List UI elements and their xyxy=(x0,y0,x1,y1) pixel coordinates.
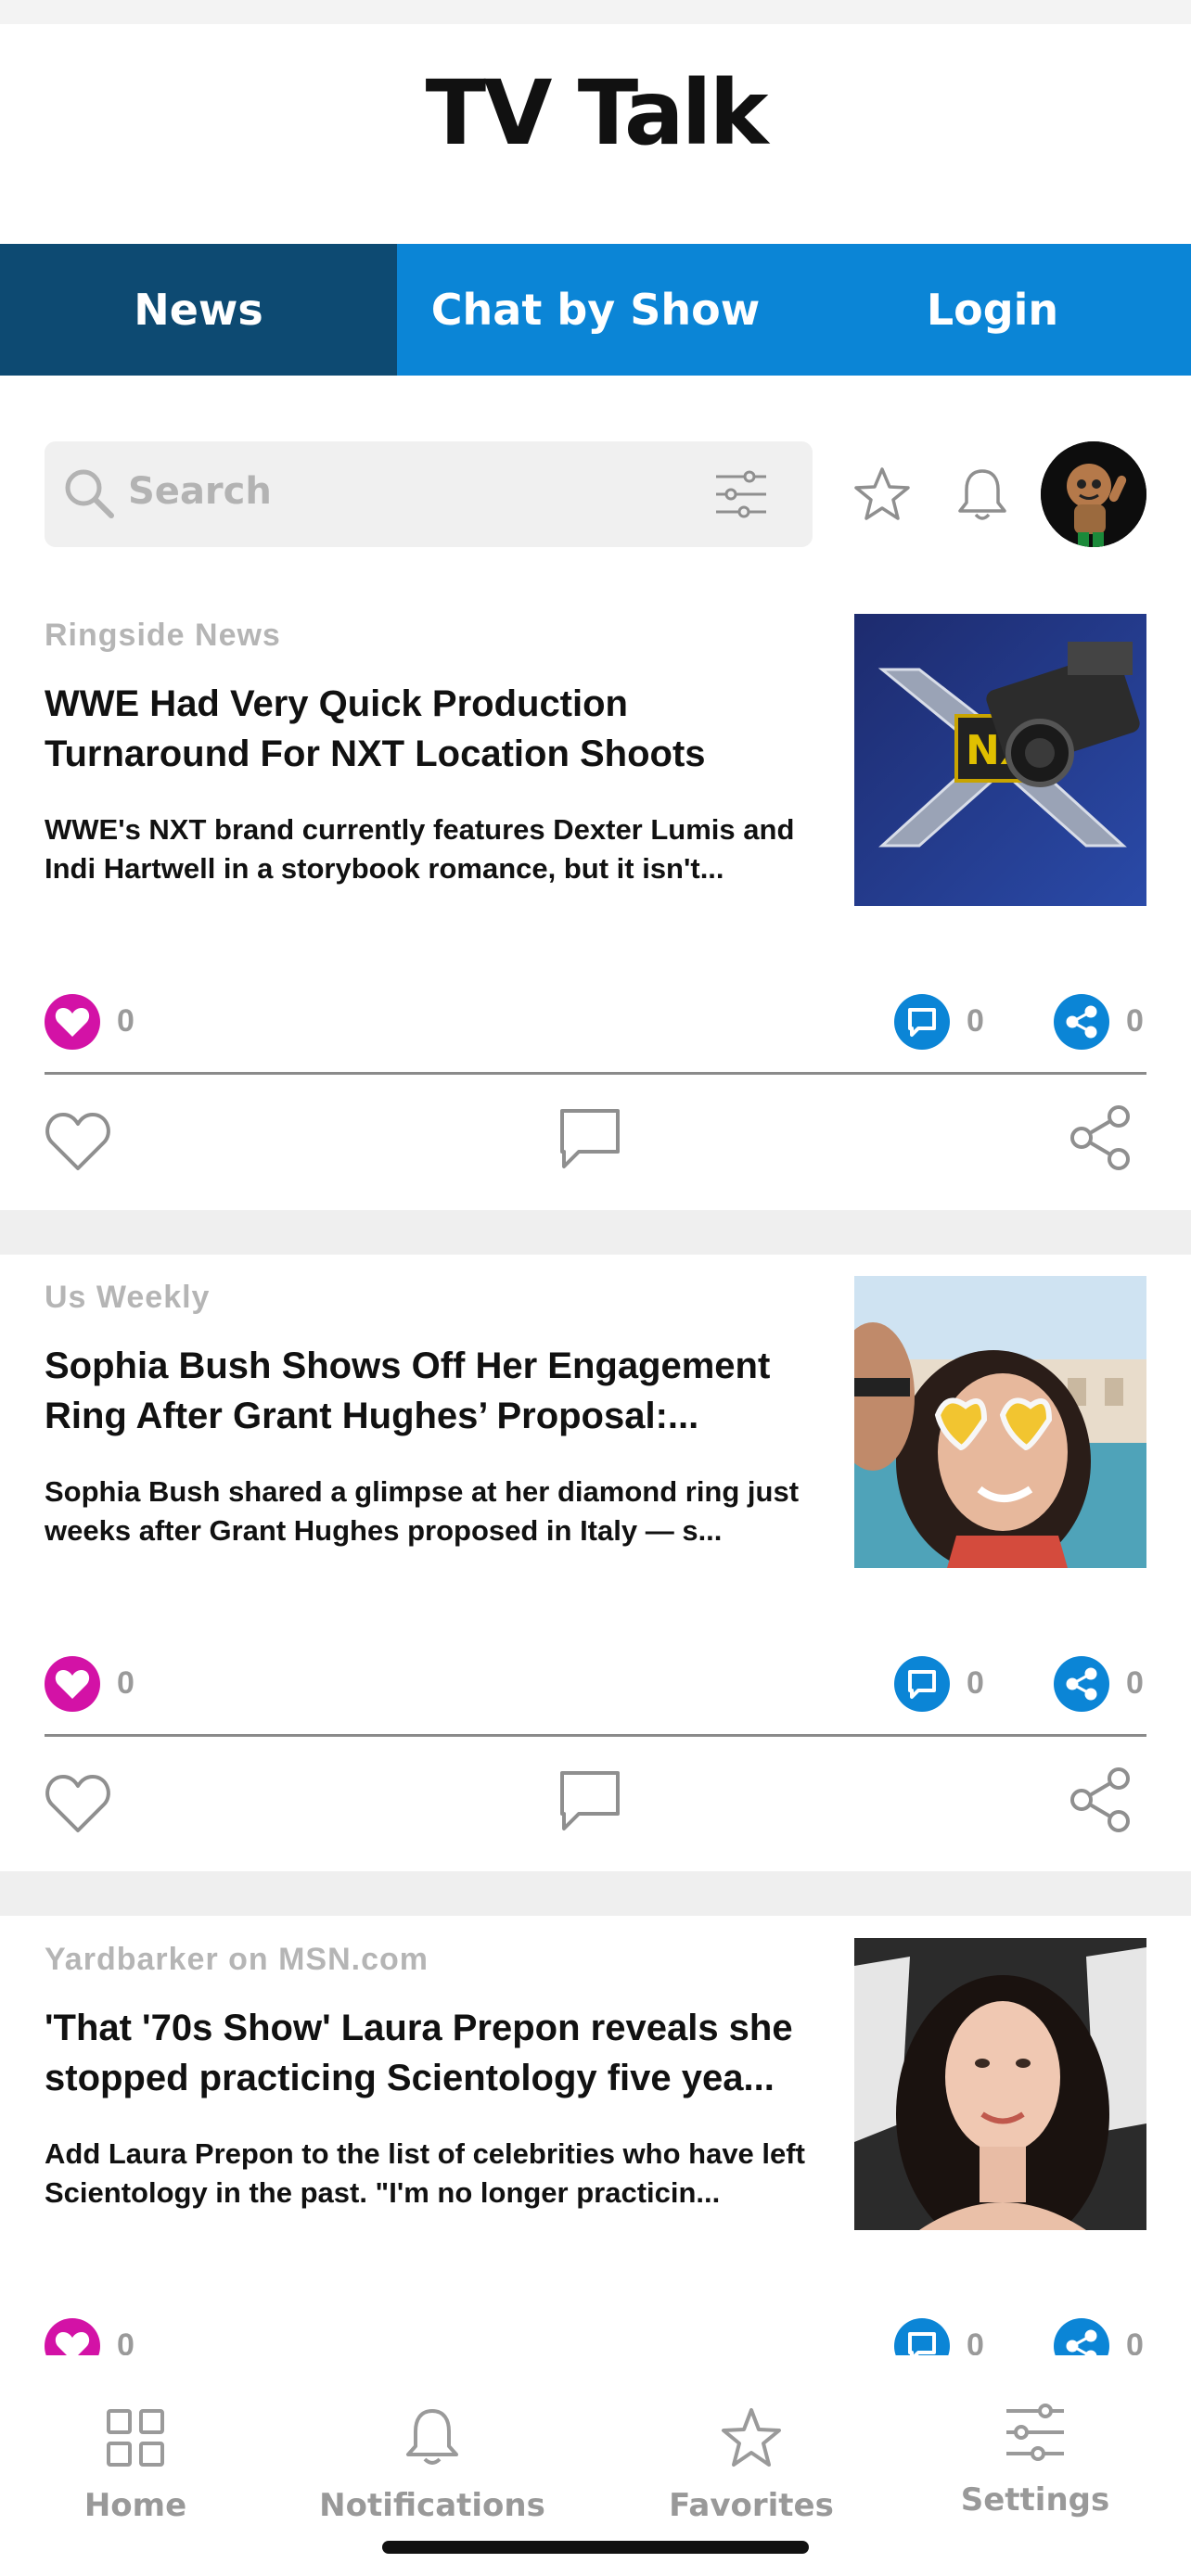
tab-login[interactable]: Login xyxy=(794,244,1191,376)
comment-button-icon[interactable] xyxy=(557,1767,623,1834)
article-thumbnail[interactable]: NX xyxy=(854,614,1146,906)
avatar[interactable] xyxy=(1041,441,1146,547)
article-source: Us Weekly xyxy=(45,1280,211,1315)
comment-button-icon[interactable] xyxy=(557,1105,623,1172)
nav-settings-label: Settings xyxy=(960,2481,1110,2519)
thumbnail-couple-photo xyxy=(854,1276,1146,1568)
thumbnail-nxt-camera: NX xyxy=(854,614,1146,906)
card-separator xyxy=(0,1871,1191,1916)
comment-count: 0 xyxy=(967,2327,984,2355)
share-count-icon xyxy=(1054,2318,1109,2355)
filter-sliders-icon[interactable] xyxy=(714,469,768,519)
article-source: Ringside News xyxy=(45,618,281,653)
article-summary: Sophia Bush shared a glimpse at her diam… xyxy=(45,1475,800,1547)
comment-count-icon xyxy=(894,2318,950,2355)
article-stats: 0 0 0 xyxy=(45,1656,1146,1715)
share-count-icon xyxy=(1054,994,1109,1050)
tab-chat-by-show[interactable]: Chat by Show xyxy=(397,244,794,376)
bell-icon[interactable] xyxy=(954,465,1011,525)
like-count: 0 xyxy=(117,1665,134,1701)
article-stats: 0 0 0 xyxy=(45,2318,1146,2355)
article-summary: WWE's NXT brand currently features Dexte… xyxy=(45,813,795,885)
article-stats: 0 0 0 xyxy=(45,994,1146,1053)
share-count-icon xyxy=(1054,1656,1109,1712)
article-thumbnail[interactable] xyxy=(854,1938,1146,2230)
like-count-icon xyxy=(45,1656,100,1712)
tab-news[interactable]: News xyxy=(0,244,397,376)
status-bar xyxy=(0,0,1191,24)
article-card[interactable]: Ringside News WWE Had Very Quick Product… xyxy=(0,614,1191,1231)
nav-settings[interactable]: Settings xyxy=(896,2355,1174,2541)
like-count: 0 xyxy=(117,2327,134,2355)
search-input[interactable]: Search xyxy=(45,441,813,547)
share-count: 0 xyxy=(1126,1003,1144,1039)
divider xyxy=(45,1734,1146,1737)
comment-count-icon xyxy=(894,1656,950,1712)
article-thumbnail[interactable] xyxy=(854,1276,1146,1568)
tab-chat-label: Chat by Show xyxy=(430,285,761,335)
search-icon xyxy=(65,469,114,518)
bell-icon xyxy=(406,2409,458,2465)
search-row: Search xyxy=(45,441,1146,549)
nav-favorites[interactable]: Favorites xyxy=(612,2355,890,2541)
article-card[interactable]: Yardbarker on MSN.com 'That '70s Show' L… xyxy=(0,1938,1191,2355)
article-summary: Add Laura Prepon to the list of celebrit… xyxy=(45,2137,805,2209)
share-button-icon[interactable] xyxy=(1069,1766,1133,1834)
app-title: TV Talk xyxy=(425,61,769,165)
article-card[interactable]: Us Weekly Sophia Bush Shows Off Her Enga… xyxy=(0,1276,1191,1894)
share-count: 0 xyxy=(1126,2327,1144,2355)
sliders-icon xyxy=(1006,2404,1064,2461)
article-headline[interactable]: 'That '70s Show' Laura Prepon reveals sh… xyxy=(45,2003,842,2103)
like-count-icon xyxy=(45,2318,100,2355)
avatar-image xyxy=(1041,441,1146,547)
like-button-icon[interactable] xyxy=(43,1109,113,1174)
home-indicator xyxy=(382,2541,809,2554)
article-headline[interactable]: Sophia Bush Shows Off Her Engagement Rin… xyxy=(45,1341,842,1441)
nav-home[interactable]: Home xyxy=(0,2355,275,2541)
grid-icon xyxy=(107,2409,164,2467)
tab-login-label: Login xyxy=(926,285,1059,335)
divider xyxy=(45,1072,1146,1075)
star-icon[interactable] xyxy=(853,465,911,523)
like-count: 0 xyxy=(117,1003,134,1039)
nav-favorites-label: Favorites xyxy=(669,2487,834,2524)
comment-count: 0 xyxy=(967,1003,984,1039)
like-count-icon xyxy=(45,994,100,1050)
share-count: 0 xyxy=(1126,1665,1144,1701)
thumbnail-portrait-photo xyxy=(854,1938,1146,2230)
nav-home-label: Home xyxy=(83,2487,187,2524)
tab-news-label: News xyxy=(134,285,263,335)
top-tab-bar: News Chat by Show Login xyxy=(0,244,1191,376)
star-icon xyxy=(722,2408,781,2467)
comment-count-icon xyxy=(894,994,950,1050)
article-source: Yardbarker on MSN.com xyxy=(45,1942,429,1977)
search-placeholder: Search xyxy=(128,470,272,513)
share-button-icon[interactable] xyxy=(1069,1103,1133,1172)
like-button-icon[interactable] xyxy=(43,1771,113,1836)
nav-notifications[interactable]: Notifications xyxy=(293,2355,571,2541)
comment-count: 0 xyxy=(967,1665,984,1701)
article-headline[interactable]: WWE Had Very Quick Production Turnaround… xyxy=(45,679,842,779)
card-separator xyxy=(0,1210,1191,1255)
nav-notifications-label: Notifications xyxy=(319,2487,545,2524)
